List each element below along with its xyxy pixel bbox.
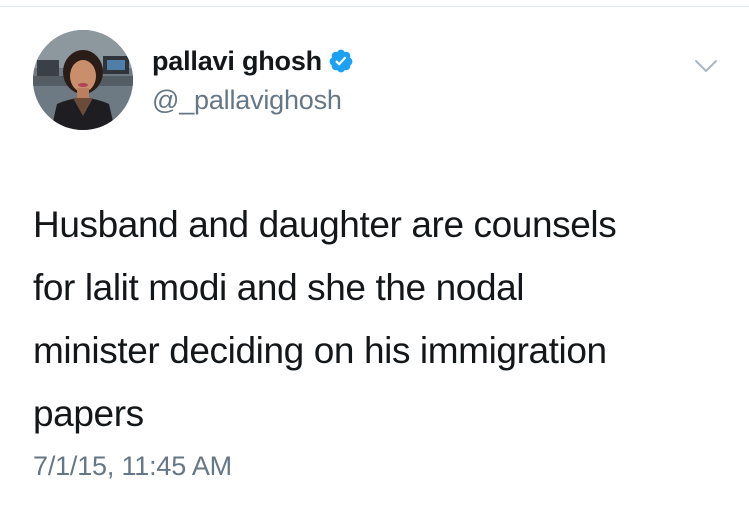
avatar[interactable]: [33, 30, 133, 130]
verified-badge-icon: [328, 48, 354, 74]
tweet-card: pallavi ghosh @_pallavighosh Husband and…: [0, 7, 749, 506]
tweet-text: Husband and daughter are counsels for la…: [33, 204, 617, 434]
tweet-timestamp[interactable]: 7/1/15, 11:45 AM: [33, 451, 232, 482]
author-handle[interactable]: @_pallavighosh: [152, 85, 342, 116]
profile-photo: [33, 30, 133, 130]
author-name-row[interactable]: pallavi ghosh: [152, 44, 354, 78]
top-divider: [0, 0, 749, 7]
chevron-down-icon[interactable]: [693, 57, 719, 75]
author-display-name[interactable]: pallavi ghosh: [152, 46, 322, 77]
